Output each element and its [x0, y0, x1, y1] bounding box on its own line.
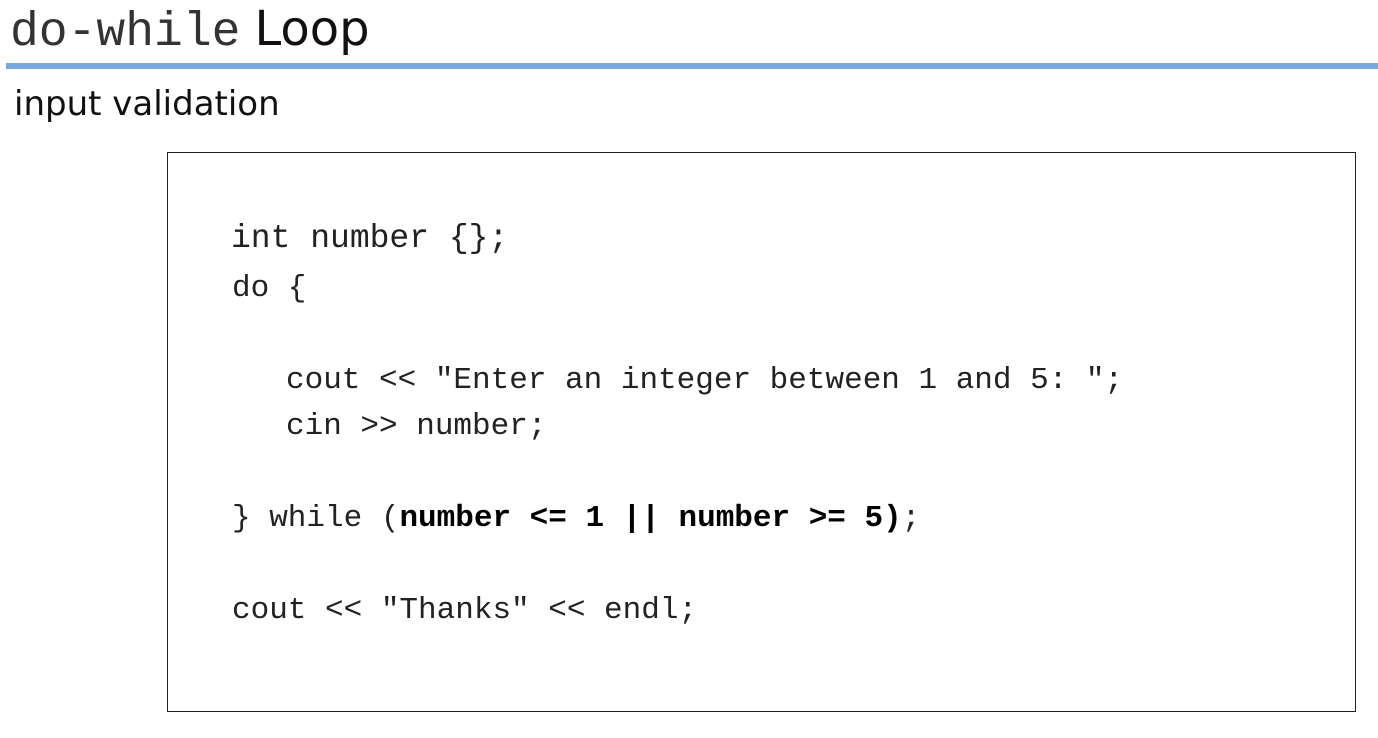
code-line-input: cin >> number;	[286, 409, 547, 444]
code-line-declaration: int number {};	[231, 220, 509, 257]
code-block: int number {}; do { cout << "Enter an in…	[167, 152, 1356, 712]
code-line-while: } while (number <= 1 || number >= 5);	[232, 501, 920, 537]
while-condition: number <= 1 || number >= 5)	[399, 501, 902, 536]
slide-subtitle: input validation	[14, 84, 280, 124]
title-divider	[6, 63, 1378, 69]
title-keyword: do-while	[10, 6, 241, 60]
code-line-prompt: cout << "Enter an integer between 1 and …	[286, 363, 1124, 398]
code-line-do: do {	[232, 271, 307, 306]
slide-title: do-while Loop	[10, 0, 370, 62]
while-suffix: ;	[901, 501, 921, 536]
title-word: Loop	[254, 1, 370, 57]
code-line-thanks: cout << "Thanks" << endl;	[232, 593, 698, 628]
while-prefix: } while (	[232, 501, 400, 536]
